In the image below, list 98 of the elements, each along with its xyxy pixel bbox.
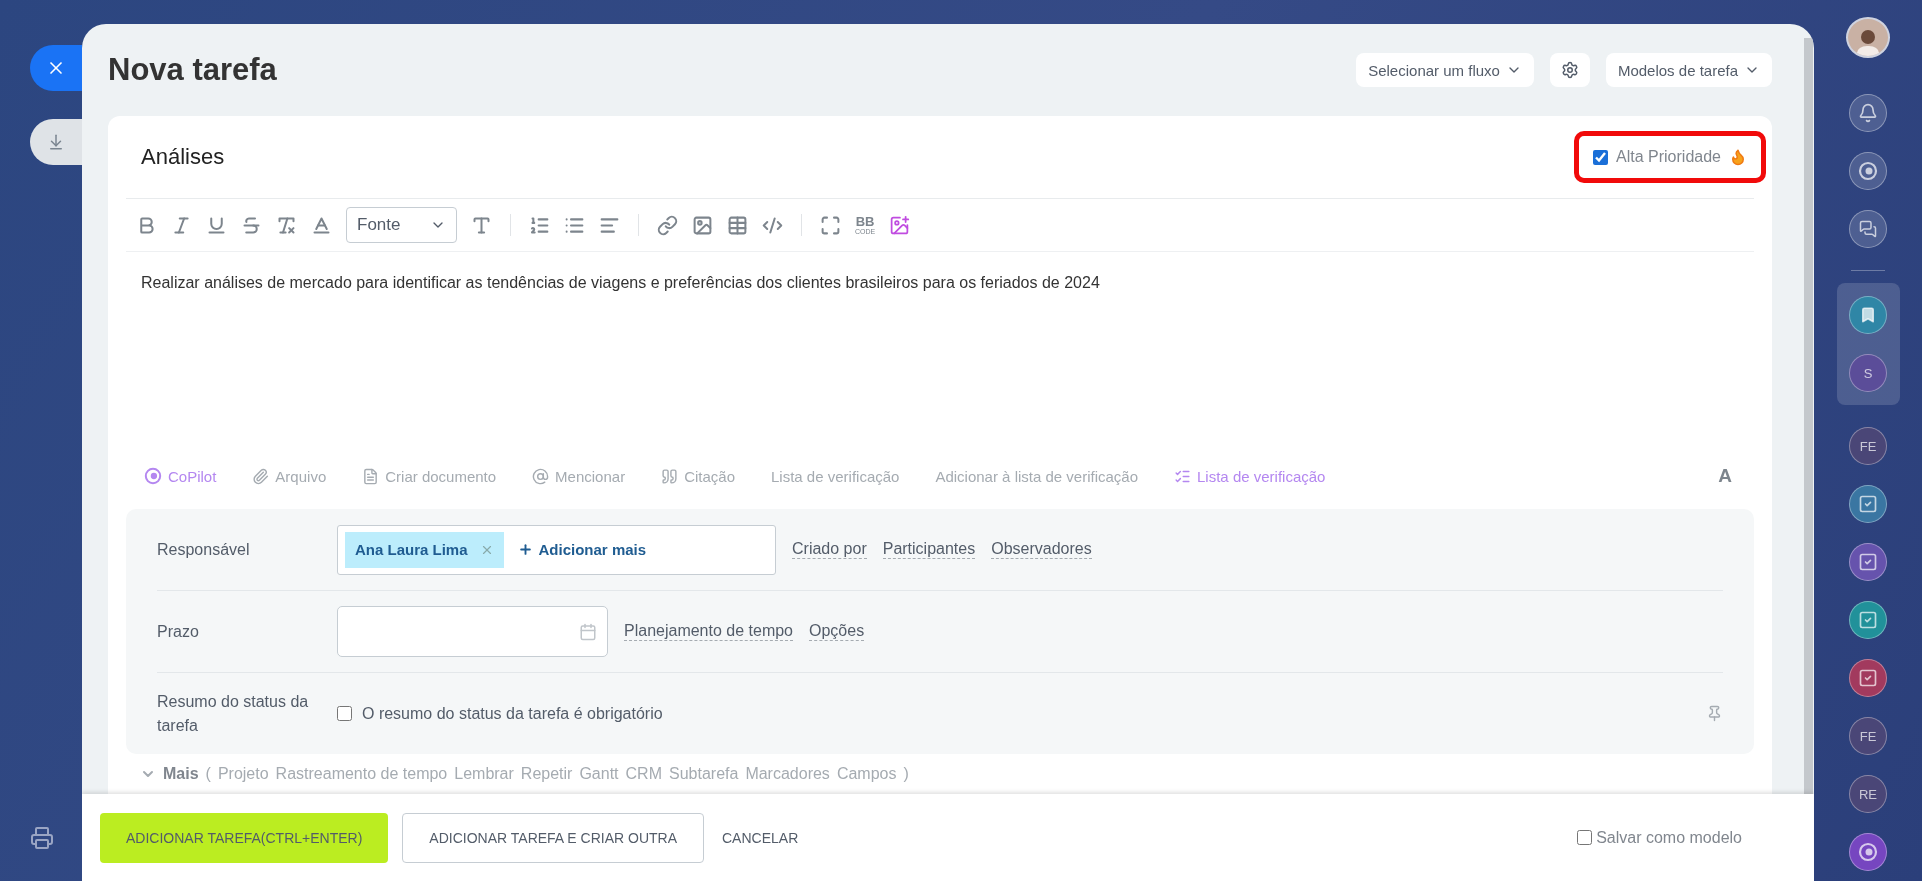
editor-action[interactable]: Lista de verificação xyxy=(771,467,900,485)
fullscreen-icon[interactable] xyxy=(820,214,841,236)
strikethrough-icon[interactable] xyxy=(241,214,262,236)
add-more-link[interactable]: Adicionar mais xyxy=(517,541,647,558)
task-button[interactable] xyxy=(1849,601,1887,639)
required-checkbox[interactable] xyxy=(337,706,352,721)
field-label: Resumo do status da tarefa xyxy=(157,691,310,736)
more-option[interactable]: Campos xyxy=(836,765,897,783)
at-sign-icon xyxy=(532,467,550,485)
flow-dropdown[interactable]: Selecionar um fluxo xyxy=(1356,53,1534,87)
editor-action[interactable]: Citação xyxy=(661,467,735,485)
task-title: Análises xyxy=(141,144,225,170)
plus-icon xyxy=(517,542,533,557)
editor-action[interactable]: Lista de verificação xyxy=(1174,467,1326,485)
checkbox-icon xyxy=(1858,610,1878,630)
editor-action[interactable]: Mencionar xyxy=(532,467,626,485)
checkbox-icon xyxy=(1858,494,1878,514)
format-toggle[interactable]: A xyxy=(1718,465,1732,487)
copilot-icon xyxy=(1858,161,1878,182)
more-option[interactable]: Marcadores xyxy=(745,765,830,783)
numbered-list-icon[interactable] xyxy=(529,214,550,236)
more-option[interactable]: Rastreamento de tempo xyxy=(275,765,448,783)
printer-icon[interactable] xyxy=(30,826,54,850)
deadline-field[interactable] xyxy=(337,606,608,657)
user-avatar[interactable] xyxy=(1846,17,1890,59)
bracket: ) xyxy=(903,765,909,783)
more-option[interactable]: Repetir xyxy=(520,765,573,783)
copilot-app-button[interactable] xyxy=(1849,833,1887,871)
link-icon[interactable] xyxy=(657,214,678,236)
editor-action[interactable]: Adicionar à lista de verificação xyxy=(935,467,1139,485)
more-option[interactable]: Subtarefa xyxy=(669,765,739,783)
font-size-icon[interactable] xyxy=(471,214,492,236)
task-button[interactable] xyxy=(1849,485,1887,523)
chat-button[interactable] xyxy=(1849,210,1887,249)
pin-icon[interactable] xyxy=(1706,705,1723,722)
checkbox-icon xyxy=(1858,552,1878,572)
text-color-icon[interactable] xyxy=(311,214,332,236)
field-link[interactable]: Participantes xyxy=(882,540,976,559)
editor-action[interactable]: CoPilot xyxy=(144,467,217,485)
more-toggle[interactable]: Mais xyxy=(163,765,199,783)
copilot-icon xyxy=(144,467,162,485)
checkbox-icon xyxy=(1858,668,1878,688)
chat-avatar[interactable]: RE xyxy=(1849,775,1887,813)
minimize-button[interactable] xyxy=(30,119,82,165)
font-select[interactable]: Fonte xyxy=(346,207,457,243)
bracket: ( xyxy=(205,765,211,783)
bookmark-icon xyxy=(1859,306,1877,324)
clear-format-icon[interactable] xyxy=(276,214,297,236)
settings-icon xyxy=(1560,61,1579,79)
more-option[interactable]: Lembrar xyxy=(454,765,514,783)
chat-avatar[interactable]: FE xyxy=(1849,717,1887,755)
field-link[interactable]: Opções xyxy=(809,622,865,641)
close-button[interactable] xyxy=(30,45,82,91)
chat-avatar[interactable]: S xyxy=(1849,354,1887,392)
chat-avatar[interactable]: FE xyxy=(1849,427,1887,465)
priority-checkbox[interactable] xyxy=(1593,149,1609,165)
copilot-icon xyxy=(1858,842,1878,862)
more-option[interactable]: Projeto xyxy=(217,765,269,783)
quote-icon xyxy=(661,467,679,485)
checkbox-label: Salvar como modelo xyxy=(1596,828,1742,847)
flame-icon xyxy=(1729,148,1747,166)
person-tag: Ana Laura Lima xyxy=(345,531,504,568)
more-option[interactable]: CRM xyxy=(625,765,662,783)
responsible-field[interactable]: Ana Laura Lima Adicionar mais xyxy=(337,524,776,575)
priority-label: Alta Prioridade xyxy=(1616,148,1721,166)
submit-button[interactable]: ADICIONAR TAREFA(CTRL+ENTER) xyxy=(100,812,389,863)
template-checkbox[interactable] xyxy=(1577,830,1593,845)
bell-button[interactable] xyxy=(1849,94,1887,133)
task-button[interactable] xyxy=(1849,543,1887,581)
image-icon[interactable] xyxy=(692,214,713,236)
task-button[interactable] xyxy=(1849,659,1887,697)
bell-icon xyxy=(1858,103,1878,124)
task-description[interactable]: Realizar análises de mercado para identificar as tendências de viagens e preferências dos clientes brasileiros para os feriados de 2024 xyxy=(126,252,1754,456)
templates-dropdown[interactable]: Modelos de tarefa xyxy=(1605,53,1772,87)
checkbox-label: O resumo do status da tarefa é obrigatório xyxy=(362,704,663,723)
table-icon[interactable] xyxy=(727,214,748,236)
ai-image-icon[interactable] xyxy=(889,214,911,236)
field-link[interactable]: Observadores xyxy=(991,540,1092,559)
bookmark-button[interactable] xyxy=(1849,296,1887,334)
italic-icon[interactable] xyxy=(171,214,192,236)
editor-action[interactable]: Criar documento xyxy=(362,467,497,485)
window-title: Nova tarefa xyxy=(108,52,278,88)
scrollbar[interactable] xyxy=(1803,38,1813,794)
editor-action[interactable]: Arquivo xyxy=(252,467,327,485)
more-option[interactable]: Gantt xyxy=(579,765,619,783)
paperclip-icon xyxy=(252,467,270,485)
copilot-button[interactable] xyxy=(1849,152,1887,191)
submit-button[interactable]: ADICIONAR TAREFA E CRIAR OUTRA xyxy=(402,812,704,863)
field-label: Prazo xyxy=(157,621,200,642)
calendar-icon xyxy=(579,622,597,641)
field-label: Responsável xyxy=(157,539,251,560)
field-link[interactable]: Planejamento de tempo xyxy=(624,622,793,641)
field-link[interactable]: Criado por xyxy=(792,540,867,559)
arrow-down-icon xyxy=(47,133,65,151)
code-icon[interactable] xyxy=(762,214,783,236)
settings-button[interactable] xyxy=(1549,53,1590,87)
chat-icon xyxy=(1859,220,1877,239)
document-icon xyxy=(362,467,380,485)
